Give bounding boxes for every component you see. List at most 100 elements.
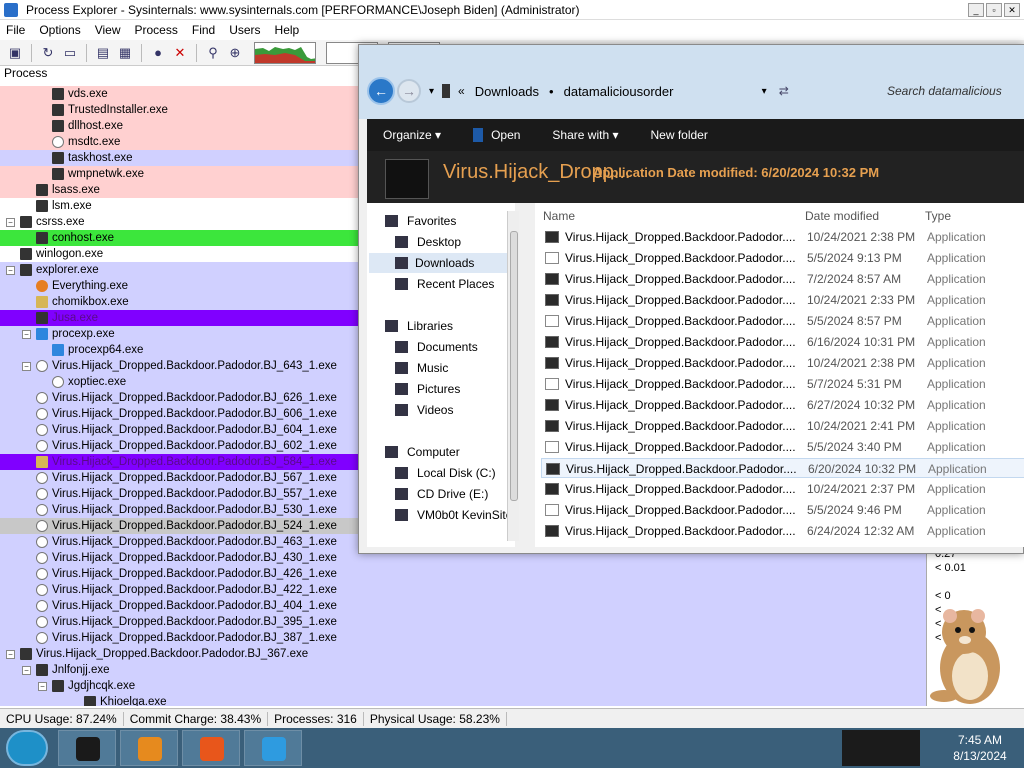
file-row[interactable]: Virus.Hijack_Dropped.Backdoor.Padodor...… bbox=[541, 500, 1024, 520]
target-icon[interactable]: ⊕ bbox=[226, 44, 244, 62]
nav-item[interactable]: Documents bbox=[395, 337, 478, 357]
file-row[interactable]: Virus.Hijack_Dropped.Backdoor.Padodor...… bbox=[541, 353, 1024, 373]
process-row[interactable]: Virus.Hijack_Dropped.Backdoor.Padodor.BJ… bbox=[0, 630, 358, 646]
column-type[interactable]: Type bbox=[925, 209, 951, 223]
column-name[interactable]: Name bbox=[543, 209, 575, 223]
refresh-icon[interactable]: ↻ bbox=[39, 44, 57, 62]
menu-process[interactable]: Process bbox=[135, 23, 178, 37]
nav-item[interactable]: Videos bbox=[395, 400, 453, 420]
process-row[interactable]: lsass.exe bbox=[0, 182, 358, 198]
window-icon[interactable]: ▭ bbox=[61, 44, 79, 62]
collapse-toggle-icon[interactable]: − bbox=[6, 650, 15, 659]
process-row[interactable]: Virus.Hijack_Dropped.Backdoor.Padodor.BJ… bbox=[0, 406, 358, 422]
taskbar-app-firefox[interactable] bbox=[182, 730, 240, 766]
dll-view-icon[interactable]: ▦ bbox=[116, 44, 134, 62]
menu-file[interactable]: File bbox=[6, 23, 25, 37]
file-row[interactable]: Virus.Hijack_Dropped.Backdoor.Padodor...… bbox=[541, 437, 1024, 457]
menu-find[interactable]: Find bbox=[192, 23, 215, 37]
process-row[interactable]: Virus.Hijack_Dropped.Backdoor.Padodor.BJ… bbox=[0, 470, 358, 486]
process-row[interactable]: Virus.Hijack_Dropped.Backdoor.Padodor.BJ… bbox=[0, 390, 358, 406]
process-row[interactable]: − Virus.Hijack_Dropped.Backdoor.Padodor.B… bbox=[0, 646, 358, 662]
nav-item[interactable]: Pictures bbox=[395, 379, 460, 399]
process-row[interactable]: TrustedInstaller.exe bbox=[0, 102, 358, 118]
menu-users[interactable]: Users bbox=[229, 23, 260, 37]
file-row[interactable]: Virus.Hijack_Dropped.Backdoor.Padodor...… bbox=[541, 227, 1024, 247]
nav-item[interactable]: Local Disk (C:) bbox=[395, 463, 496, 483]
menu-options[interactable]: Options bbox=[39, 23, 80, 37]
taskbar-app-terminal[interactable] bbox=[58, 730, 116, 766]
taskbar-app-search[interactable] bbox=[244, 730, 302, 766]
search-input[interactable]: Search datamalicious bbox=[877, 84, 1017, 98]
nav-item[interactable]: Libraries bbox=[385, 316, 453, 336]
process-row[interactable]: Virus.Hijack_Dropped.Backdoor.Padodor.BJ… bbox=[0, 454, 358, 470]
file-row[interactable]: Virus.Hijack_Dropped.Backdoor.Padodor...… bbox=[541, 374, 1024, 394]
process-row[interactable]: Virus.Hijack_Dropped.Backdoor.Padodor.BJ… bbox=[0, 534, 358, 550]
file-row[interactable]: Virus.Hijack_Dropped.Backdoor.Padodor...… bbox=[541, 248, 1024, 268]
process-row[interactable]: lsm.exe bbox=[0, 198, 358, 214]
process-row[interactable]: Virus.Hijack_Dropped.Backdoor.Padodor.BJ… bbox=[0, 598, 358, 614]
collapse-toggle-icon[interactable]: − bbox=[6, 266, 15, 275]
process-row[interactable]: vds.exe bbox=[0, 86, 358, 102]
process-row[interactable]: − explorer.exe bbox=[0, 262, 358, 278]
column-date-modified[interactable]: Date modified bbox=[805, 209, 879, 223]
process-row[interactable]: − csrss.exe bbox=[0, 214, 358, 230]
organize-button[interactable]: Organize ▾ bbox=[367, 128, 457, 142]
process-row[interactable]: − Jgdjhcqk.exe bbox=[0, 678, 358, 694]
start-button[interactable] bbox=[6, 730, 48, 766]
process-row[interactable]: dllhost.exe bbox=[0, 118, 358, 134]
breadcrumb-overflow-icon[interactable]: « bbox=[458, 84, 465, 98]
nav-item[interactable]: Computer bbox=[385, 442, 460, 462]
collapse-toggle-icon[interactable]: − bbox=[22, 362, 31, 371]
process-row[interactable]: Everything.exe bbox=[0, 278, 358, 294]
collapse-toggle-icon[interactable]: − bbox=[22, 666, 31, 675]
process-row[interactable]: Virus.Hijack_Dropped.Backdoor.Padodor.BJ… bbox=[0, 438, 358, 454]
collapse-toggle-icon[interactable]: − bbox=[22, 330, 31, 339]
nav-item[interactable]: VM0b0t KevinSite bbox=[395, 505, 512, 525]
process-row[interactable]: msdtc.exe bbox=[0, 134, 358, 150]
nav-item[interactable]: CD Drive (E:) bbox=[395, 484, 488, 504]
process-row[interactable]: Virus.Hijack_Dropped.Backdoor.Padodor.BJ… bbox=[0, 502, 358, 518]
file-row[interactable]: Virus.Hijack_Dropped.Backdoor.Padodor...… bbox=[541, 290, 1024, 310]
collapse-toggle-icon[interactable]: − bbox=[38, 682, 47, 691]
address-dropdown-icon[interactable]: ▾ bbox=[762, 86, 767, 97]
process-row[interactable]: Khioelqa.exe bbox=[0, 694, 358, 706]
file-row[interactable]: Virus.Hijack_Dropped.Backdoor.Padodor...… bbox=[541, 311, 1024, 331]
back-button[interactable]: ← bbox=[367, 77, 395, 105]
process-row[interactable]: xoptiec.exe bbox=[0, 374, 358, 390]
system-tray[interactable] bbox=[842, 730, 920, 766]
history-dropdown-icon[interactable]: ▾ bbox=[429, 86, 434, 97]
file-row[interactable]: Virus.Hijack_Dropped.Backdoor.Padodor...… bbox=[541, 416, 1024, 436]
file-row[interactable]: Virus.Hijack_Dropped.Backdoor.Padodor...… bbox=[541, 458, 1024, 478]
nav-item[interactable]: Desktop bbox=[395, 232, 461, 252]
process-row[interactable]: Virus.Hijack_Dropped.Backdoor.Padodor.BJ… bbox=[0, 614, 358, 630]
nav-item[interactable]: Favorites bbox=[385, 211, 456, 231]
process-row[interactable]: − Jnlfonjj.exe bbox=[0, 662, 358, 678]
nav-item[interactable]: Downloads bbox=[369, 253, 509, 273]
nav-item[interactable]: Recent Places bbox=[395, 274, 494, 294]
clock[interactable]: 7:45 AM 8/13/2024 bbox=[940, 732, 1020, 764]
process-row[interactable]: Virus.Hijack_Dropped.Backdoor.Padodor.BJ… bbox=[0, 566, 358, 582]
open-button[interactable]: Open bbox=[457, 128, 536, 143]
breadcrumb-datamaliciousorder[interactable]: datamaliciousorder bbox=[564, 84, 674, 99]
process-row[interactable]: − procexp.exe bbox=[0, 326, 358, 342]
process-row[interactable]: Virus.Hijack_Dropped.Backdoor.Padodor.BJ… bbox=[0, 486, 358, 502]
share-with-button[interactable]: Share with ▾ bbox=[536, 128, 634, 142]
menu-help[interactable]: Help bbox=[275, 23, 300, 37]
kill-process-icon[interactable]: ✕ bbox=[171, 44, 189, 62]
properties-icon[interactable]: ● bbox=[149, 44, 167, 62]
find-icon[interactable]: ⚲ bbox=[204, 44, 222, 62]
taskbar-app-media[interactable] bbox=[120, 730, 178, 766]
file-row[interactable]: Virus.Hijack_Dropped.Backdoor.Padodor...… bbox=[541, 395, 1024, 415]
process-row[interactable]: taskhost.exe bbox=[0, 150, 358, 166]
breadcrumb-downloads[interactable]: Downloads bbox=[475, 84, 539, 99]
file-row[interactable]: Virus.Hijack_Dropped.Backdoor.Padodor...… bbox=[541, 332, 1024, 352]
file-row[interactable]: Virus.Hijack_Dropped.Backdoor.Padodor...… bbox=[541, 521, 1024, 541]
cpu-graph[interactable] bbox=[254, 41, 316, 64]
new-folder-button[interactable]: New folder bbox=[634, 128, 723, 142]
file-row[interactable]: Virus.Hijack_Dropped.Backdoor.Padodor...… bbox=[541, 479, 1024, 499]
menu-view[interactable]: View bbox=[95, 23, 121, 37]
restore-button[interactable]: ▫ bbox=[986, 2, 1002, 17]
process-row[interactable]: Virus.Hijack_Dropped.Backdoor.Padodor.BJ… bbox=[0, 550, 358, 566]
process-row[interactable]: Jusa.exe bbox=[0, 310, 358, 326]
nav-item[interactable]: Music bbox=[395, 358, 448, 378]
